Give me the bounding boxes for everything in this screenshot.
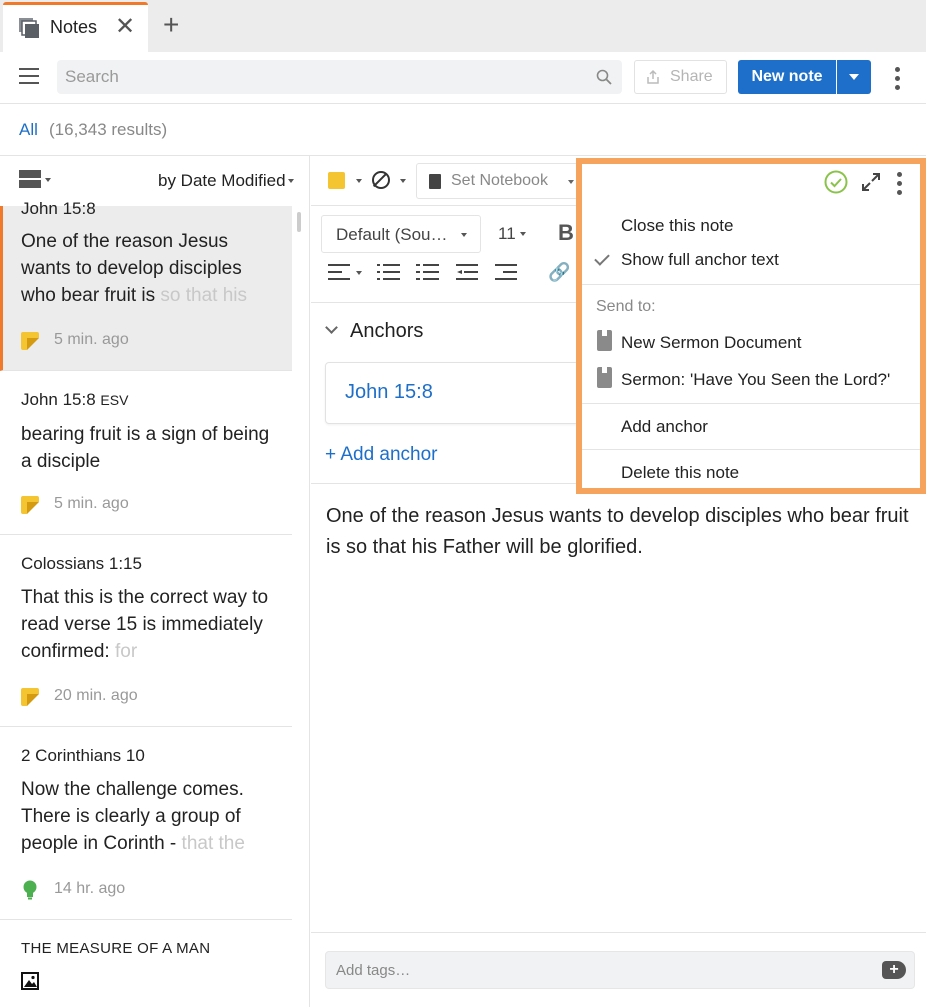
image-icon (21, 972, 39, 990)
note-content[interactable]: One of the reason Jesus wants to develop… (326, 501, 916, 563)
sermon-document-icon (597, 367, 612, 388)
tags-input[interactable]: Add tags… + (325, 951, 915, 989)
list-scrollbar[interactable] (297, 212, 301, 232)
lightbulb-icon (23, 880, 37, 900)
bullet-list-icon[interactable] (377, 262, 401, 282)
menu-item-delete-note[interactable]: Delete this note (621, 463, 739, 483)
filter-all-link[interactable]: All (19, 120, 38, 140)
note-title: John 15:8 (21, 199, 96, 218)
view-mode-icon[interactable] (19, 170, 41, 190)
menu-header (582, 164, 920, 202)
menu-icon[interactable] (19, 68, 39, 86)
add-tab-button[interactable]: + (163, 10, 179, 40)
menu-item-close-note[interactable]: Close this note (621, 216, 733, 236)
note-time: 5 min. ago (54, 495, 129, 512)
tab-label: Notes (50, 17, 98, 37)
new-note-dropdown-button[interactable] (837, 60, 871, 94)
notebook-label: Set Notebook (451, 172, 548, 189)
note-time: 5 min. ago (54, 331, 129, 348)
view-mode-caret-icon[interactable] (45, 178, 51, 182)
note-time: 14 hr. ago (54, 880, 126, 897)
more-options-icon[interactable] (895, 67, 901, 94)
font-family-value: Default (Sou… (336, 225, 448, 244)
menu-divider (582, 284, 920, 285)
tab-notes[interactable]: Notes ✕ (3, 2, 148, 52)
sticky-note-icon (21, 496, 39, 514)
chevron-down-icon (325, 321, 338, 334)
note-color-caret-icon[interactable] (356, 179, 362, 183)
checkmark-icon (594, 250, 610, 266)
align-caret-icon[interactable] (356, 271, 362, 275)
sort-caret-icon[interactable] (288, 179, 294, 183)
note-time: 20 min. ago (54, 687, 138, 704)
add-anchor-link[interactable]: + Add anchor (325, 444, 438, 466)
font-caret-icon (461, 233, 467, 237)
results-count: (16,343 results) (49, 120, 168, 139)
tab-bar: Notes ✕ + (0, 0, 926, 52)
add-tag-icon[interactable]: + (882, 961, 906, 979)
sermon-document-icon (597, 330, 612, 351)
notebook-icon (429, 174, 441, 189)
sort-dropdown[interactable]: by Date Modified (158, 171, 286, 191)
style-caret-icon[interactable] (400, 179, 406, 183)
list-item[interactable]: Colossians 1:15 That this is the correct… (0, 535, 292, 727)
share-button[interactable]: Share (634, 60, 727, 94)
anchor-reference-link[interactable]: John 15:8 (345, 381, 433, 404)
main-toolbar: Search Share New note (0, 52, 926, 104)
menu-item-add-anchor[interactable]: Add anchor (621, 417, 708, 437)
sticky-note-icon (21, 688, 39, 706)
note-preview: That this is the correct way to read ver… (21, 587, 269, 662)
list-item[interactable]: THE MEASURE OF A MAN (0, 920, 292, 1007)
note-color-button[interactable] (328, 172, 345, 189)
share-icon (647, 69, 659, 84)
send-to-label: Send to: (596, 298, 656, 315)
note-title: 2 Corinthians 10 (21, 746, 145, 765)
menu-divider (582, 449, 920, 450)
note-preview: bearing fruit is a sign of being a disci… (21, 424, 270, 472)
list-item[interactable]: John 15:8 One of the reason Jesus wants … (0, 199, 292, 371)
highlight-frame: Close this note Show full anchor text Se… (576, 158, 926, 494)
menu-item-show-full-anchor[interactable]: Show full anchor text (621, 250, 779, 270)
note-title: THE MEASURE OF A MAN (21, 940, 211, 957)
outdent-icon[interactable] (456, 262, 480, 282)
bold-button[interactable]: B (558, 220, 574, 246)
menu-item-send-new-sermon[interactable]: New Sermon Document (621, 333, 801, 353)
font-size-caret-icon[interactable] (520, 232, 526, 236)
note-options-menu: Close this note Show full anchor text Se… (582, 202, 920, 488)
note-preview: One of the reason Jesus wants to develop… (21, 231, 248, 306)
anchors-heading: Anchors (350, 320, 424, 342)
notes-list: by Date Modified John 15:8 One of the re… (0, 156, 310, 1007)
link-icon[interactable]: 🔗 (548, 262, 570, 283)
set-notebook-button[interactable]: Set Notebook (416, 163, 584, 199)
numbered-list-icon[interactable] (416, 262, 440, 282)
no-style-icon[interactable] (372, 171, 390, 189)
notebook-caret-icon (568, 180, 574, 184)
results-bar: All (16,343 results) (0, 104, 926, 156)
font-family-select[interactable]: Default (Sou… (321, 215, 481, 253)
notes-app-icon (19, 18, 39, 38)
new-note-button[interactable]: New note (738, 60, 836, 94)
close-tab-icon[interactable]: ✕ (115, 13, 135, 41)
list-item[interactable]: John 15:8 ESV bearing fruit is a sign of… (0, 371, 292, 535)
note-options-icon[interactable] (897, 172, 903, 199)
expand-icon[interactable] (860, 171, 882, 193)
search-icon (596, 69, 612, 85)
indent-icon[interactable] (495, 262, 519, 282)
menu-divider (582, 403, 920, 404)
note-title: Colossians 1:15 (21, 554, 142, 573)
saved-check-icon (824, 170, 848, 194)
align-left-icon[interactable] (328, 262, 352, 282)
share-label: Share (670, 68, 713, 85)
note-preview: Now the challenge comes. There is clearl… (21, 779, 245, 854)
font-size-select[interactable]: 11 (498, 224, 516, 244)
search-input[interactable]: Search (57, 60, 622, 94)
tags-placeholder: Add tags… (336, 962, 411, 979)
tags-bar: Add tags… + (311, 932, 926, 1007)
anchor-card[interactable]: John 15:8 (325, 362, 595, 424)
list-item[interactable]: 2 Corinthians 10 Now the challenge comes… (0, 727, 292, 920)
search-placeholder: Search (65, 67, 119, 86)
sticky-note-icon (21, 332, 39, 350)
menu-item-send-sermon[interactable]: Sermon: 'Have You Seen the Lord?' (621, 370, 890, 390)
note-title: John 15:8 ESV (21, 390, 129, 409)
